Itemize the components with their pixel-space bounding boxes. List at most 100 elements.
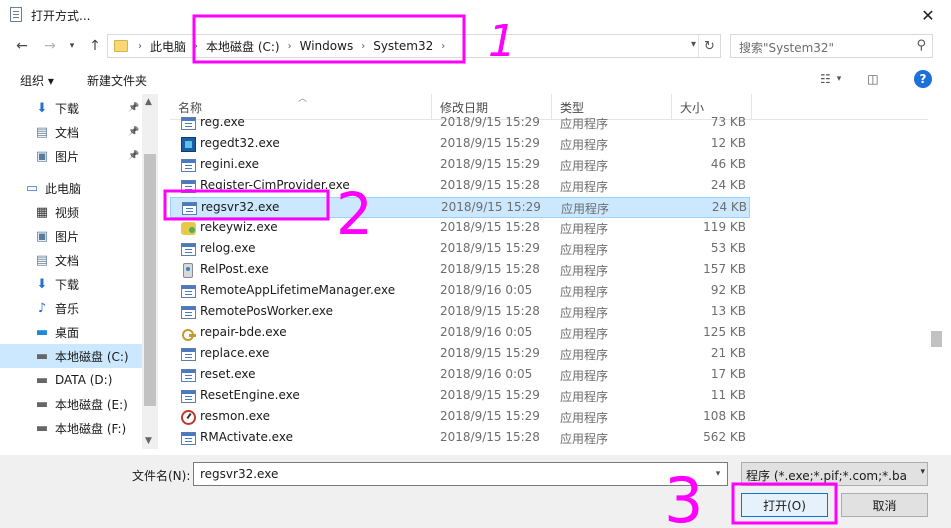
- picture-icon: ▣: [35, 228, 49, 244]
- table-row[interactable]: replace.exe 2018/9/15 15:29 应用程序 21 KB: [170, 344, 750, 365]
- file-date: 2018/9/16 0:05: [440, 367, 533, 381]
- filetype-select[interactable]: 程序 (*.exe;*.pif;*.com;*.bat;*.cmd) ▾: [741, 462, 928, 486]
- preview-pane-icon[interactable]: ◫: [867, 72, 878, 86]
- organize-button[interactable]: 组织 ▾: [20, 72, 54, 89]
- file-name: regini.exe: [200, 157, 260, 171]
- video-icon: ▦: [35, 204, 49, 220]
- file-date: 2018/9/15 15:29: [440, 388, 540, 402]
- table-row[interactable]: regini.exe 2018/9/15 15:29 应用程序 46 KB: [170, 155, 750, 176]
- sidebar-item[interactable]: ▬ 本地磁盘 (E:): [0, 392, 142, 416]
- refresh-button[interactable]: ↻: [698, 35, 720, 57]
- breadcrumb: › 此电脑 › 本地磁盘 (C:) › Windows › System32 ›: [134, 35, 449, 57]
- sidebar-item-label: 桌面: [55, 325, 80, 340]
- file-date: 2018/9/15 15:29: [440, 346, 540, 360]
- download-icon: ⬇: [36, 100, 48, 116]
- file-type: 应用程序: [560, 327, 609, 341]
- table-row[interactable]: RemoteAppLifetimeManager.exe 2018/9/16 0:…: [170, 281, 750, 302]
- sidebar-item[interactable]: ▬ 桌面: [0, 320, 142, 344]
- scroll-down-icon[interactable]: ▼: [145, 436, 152, 446]
- resmon-icon: [180, 409, 196, 425]
- wiz-icon: [180, 220, 196, 236]
- table-row[interactable]: regsvr32.exe 2018/9/15 15:29 应用程序 24 KB: [170, 197, 750, 218]
- scrollbar-thumb[interactable]: [144, 154, 156, 406]
- recent-locations-button[interactable]: ▾: [62, 36, 82, 56]
- sidebar-item[interactable]: ▭ 此电脑: [0, 176, 142, 200]
- exe-file-icon: [180, 346, 196, 362]
- regedit-icon: [180, 136, 196, 152]
- file-name: regedt32.exe: [200, 136, 280, 150]
- file-type: 应用程序: [560, 411, 609, 425]
- open-with-dialog: 打开方式... ✕ ← → ▾ ↑ › 此电脑 › 本地磁盘 (C:) › Wi…: [0, 0, 951, 528]
- sidebar-item[interactable]: ▬ DATA (D:): [0, 368, 142, 392]
- sidebar-item[interactable]: ⬇ 下载: [0, 272, 142, 296]
- scroll-up-icon[interactable]: ▲: [145, 97, 152, 107]
- breadcrumb-system32[interactable]: System32: [369, 39, 437, 53]
- search-input[interactable]: 搜索"System32" ⚲: [730, 34, 933, 58]
- help-icon[interactable]: ?: [914, 70, 932, 88]
- sidebar-item-label: 下载: [55, 101, 80, 116]
- breadcrumb-windows[interactable]: Windows: [296, 39, 358, 53]
- drive-icon: ▬: [35, 372, 49, 388]
- chevron-right-icon[interactable]: ›: [190, 41, 202, 52]
- sidebar-item[interactable]: ⬇ 下载 📌: [0, 96, 142, 120]
- sidebar-item[interactable]: ▬ 本地磁盘 (C:): [0, 344, 142, 368]
- open-button[interactable]: 打开(O): [741, 493, 828, 517]
- sidebar-item-label: DATA (D:): [55, 373, 113, 387]
- filename-input[interactable]: regsvr32.exe ▾: [193, 462, 728, 486]
- table-row[interactable]: ResetEngine.exe 2018/9/15 15:29 应用程序 11 KB: [170, 386, 750, 407]
- sidebar-item-label: 图片: [55, 229, 80, 244]
- sidebar-item[interactable]: ▣ 图片 📌: [0, 144, 142, 168]
- search-placeholder: 搜索"System32": [739, 41, 835, 55]
- cancel-button[interactable]: 取消: [841, 493, 928, 517]
- sidebar-item[interactable]: ▤ 文档 📌: [0, 120, 142, 144]
- table-row[interactable]: RelPost.exe 2018/9/15 15:28 应用程序 157 KB: [170, 260, 750, 281]
- back-button[interactable]: ←: [12, 36, 32, 56]
- forward-button[interactable]: →: [40, 36, 60, 56]
- file-list-scrollbar[interactable]: [928, 94, 945, 449]
- sidebar-item[interactable]: ♪ 音乐: [0, 296, 142, 320]
- file-name: RMActivate.exe: [200, 430, 293, 444]
- table-row[interactable]: repair-bde.exe 2018/9/16 0:05 应用程序 125 KB: [170, 323, 750, 344]
- table-row[interactable]: rekeywiz.exe 2018/9/15 15:28 应用程序 119 KB: [170, 218, 750, 239]
- view-controls: ☷ ▾ ◫: [820, 68, 879, 90]
- exe-file-icon: [180, 178, 196, 194]
- table-row[interactable]: RemotePosWorker.exe 2018/9/15 15:28 应用程序 13…: [170, 302, 750, 323]
- file-type: 应用程序: [560, 348, 609, 362]
- desktop-icon: ▬: [35, 324, 49, 340]
- new-folder-button[interactable]: 新建文件夹: [87, 72, 147, 89]
- breadcrumb-drive-c[interactable]: 本地磁盘 (C:): [202, 38, 284, 55]
- file-type: 应用程序: [560, 138, 609, 152]
- table-row[interactable]: reset.exe 2018/9/16 0:05 应用程序 17 KB: [170, 365, 750, 386]
- close-button[interactable]: ✕: [905, 0, 951, 30]
- table-row[interactable]: Register-CimProvider.exe 2018/9/15 15:28 应…: [170, 176, 750, 197]
- view-options-icon[interactable]: ☷: [820, 72, 831, 86]
- filename-value: regsvr32.exe: [200, 467, 279, 481]
- address-dropdown-icon[interactable]: ▾: [691, 39, 696, 50]
- sidebar-item[interactable]: ▣ 图片: [0, 224, 142, 248]
- sidebar-item[interactable]: ▬ 本地磁盘 (F:): [0, 416, 142, 440]
- chevron-right-icon[interactable]: ›: [284, 41, 296, 52]
- relpost-icon: [180, 262, 196, 278]
- chevron-down-icon[interactable]: ▾: [709, 463, 727, 485]
- file-date: 2018/9/15 15:29: [440, 157, 540, 171]
- sidebar-item[interactable]: ▦ 视频: [0, 200, 142, 224]
- file-type: 应用程序: [560, 285, 609, 299]
- file-name: relog.exe: [200, 241, 256, 255]
- sidebar-item-label: 本地磁盘 (C:): [55, 349, 129, 364]
- up-button[interactable]: ↑: [85, 36, 105, 56]
- navigation-pane-scrollbar[interactable]: ▲ ▼: [142, 94, 158, 449]
- table-row[interactable]: relog.exe 2018/9/15 15:29 应用程序 53 KB: [170, 239, 750, 260]
- table-row[interactable]: RMActivate.exe 2018/9/15 15:28 应用程序 562 KB: [170, 428, 750, 449]
- table-row[interactable]: resmon.exe 2018/9/15 15:29 应用程序 108 KB: [170, 407, 750, 428]
- breadcrumb-this-pc[interactable]: 此电脑: [146, 38, 190, 55]
- table-row[interactable]: reg.exe 2018/9/15 15:29 应用程序 73 KB: [170, 113, 750, 134]
- scrollbar-thumb[interactable]: [931, 331, 942, 347]
- arrow-up-icon: ↑: [89, 38, 101, 54]
- chevron-right-icon[interactable]: ›: [437, 41, 449, 52]
- sidebar-item[interactable]: ▤ 文档: [0, 248, 142, 272]
- table-row[interactable]: regedt32.exe 2018/9/15 15:29 应用程序 12 KB: [170, 134, 750, 155]
- chevron-right-icon[interactable]: ›: [357, 41, 369, 52]
- address-bar[interactable]: › 此电脑 › 本地磁盘 (C:) › Windows › System32 ›…: [107, 34, 721, 58]
- file-name: repair-bde.exe: [200, 325, 287, 339]
- chevron-down-icon[interactable]: ▾: [837, 74, 842, 84]
